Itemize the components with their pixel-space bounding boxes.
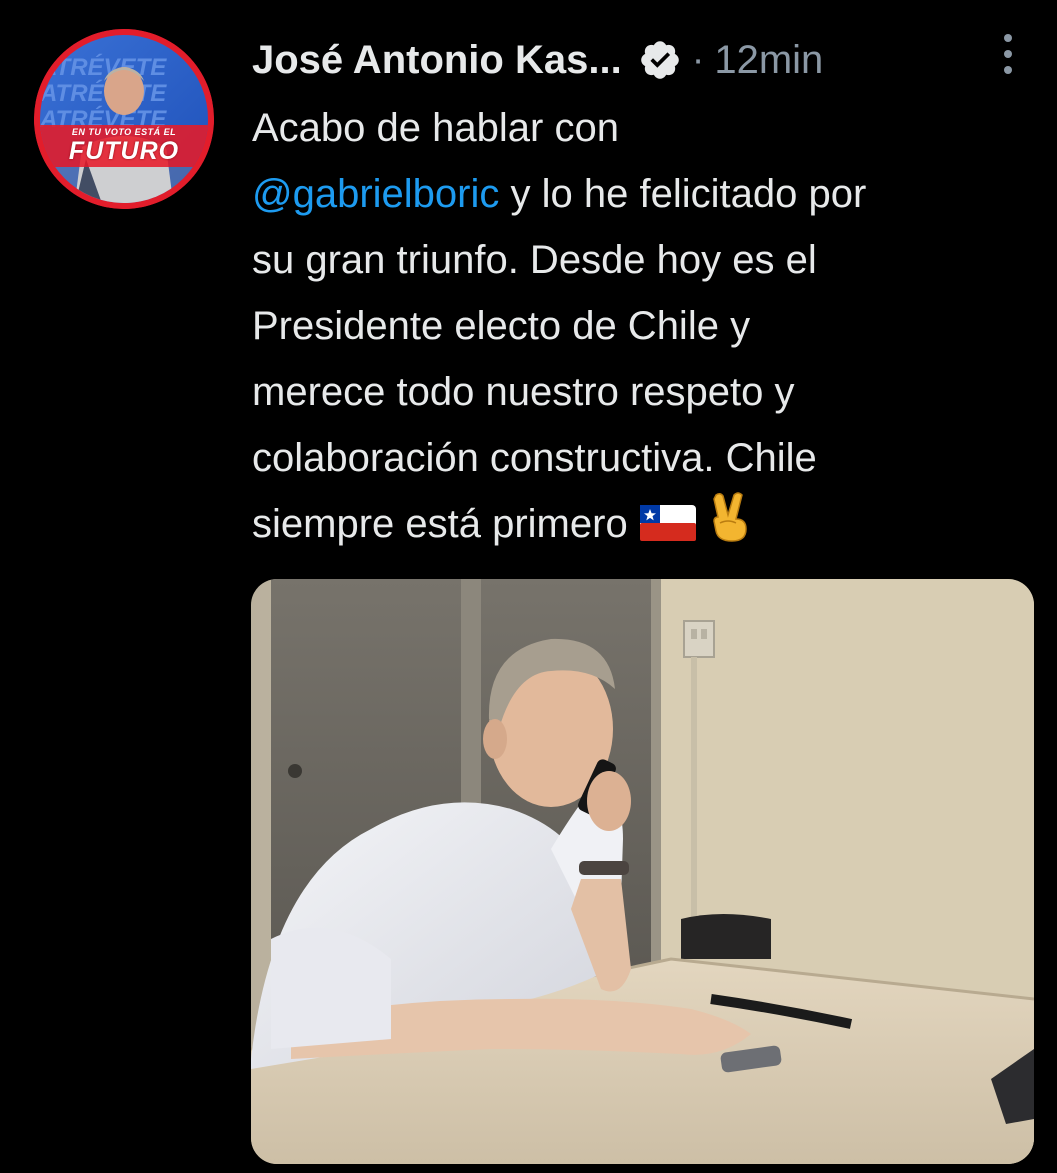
more-vertical-icon[interactable] [988,30,1028,82]
verified-badge-icon [638,38,682,82]
tweet-text-line: Presidente electo de Chile y [252,304,751,348]
tweet-text-fragment: y lo he felicitado por [499,172,867,216]
tweet-text-line: siempre está primero [252,491,1042,563]
avatar-bg-word: ATRÉVETE [39,79,167,107]
author-name[interactable]: José Antonio Kas... [252,38,622,83]
tweet-text-fragment: siempre está primero [252,502,628,546]
tweet-text-line: Acabo de hablar con [252,106,619,150]
avatar-image: ATRÉVETE ATRÉVETE ATRÉVETE [34,29,214,209]
tweet[interactable]: ATRÉVETE ATRÉVETE ATRÉVETE EN TU VOTO ES… [0,0,1057,1173]
tweet-photo[interactable] [251,579,1034,1164]
tweet-text-line: @gabrielboric y lo he felicitado por [252,161,1042,227]
avatar-bg-word: ATRÉVETE [39,53,167,81]
tweet-text-line: colaboración constructiva. Chile [252,436,817,480]
tweet-text: Acabo de hablar con @gabrielboric y lo h… [252,95,1042,563]
author-avatar[interactable]: ATRÉVETE ATRÉVETE ATRÉVETE EN TU VOTO ES… [34,29,214,209]
mention-link[interactable]: @gabrielboric [252,172,499,216]
victory-hand-emoji [708,491,752,563]
tweet-text-line: su gran triunfo. Desde hoy es el [252,238,817,282]
chile-flag-emoji [639,497,697,563]
photo-man-on-phone [251,579,1034,1164]
tweet-text-line: merece todo nuestro respeto y [252,370,795,414]
timestamp[interactable]: 12min [714,38,823,83]
tweet-header: José Antonio Kas... · 12min [252,32,1032,88]
avatar-kicker-text: EN TU VOTO ESTÁ EL [71,127,177,137]
header-separator: · [691,38,705,81]
avatar-brand-text: FUTURO [68,137,180,165]
